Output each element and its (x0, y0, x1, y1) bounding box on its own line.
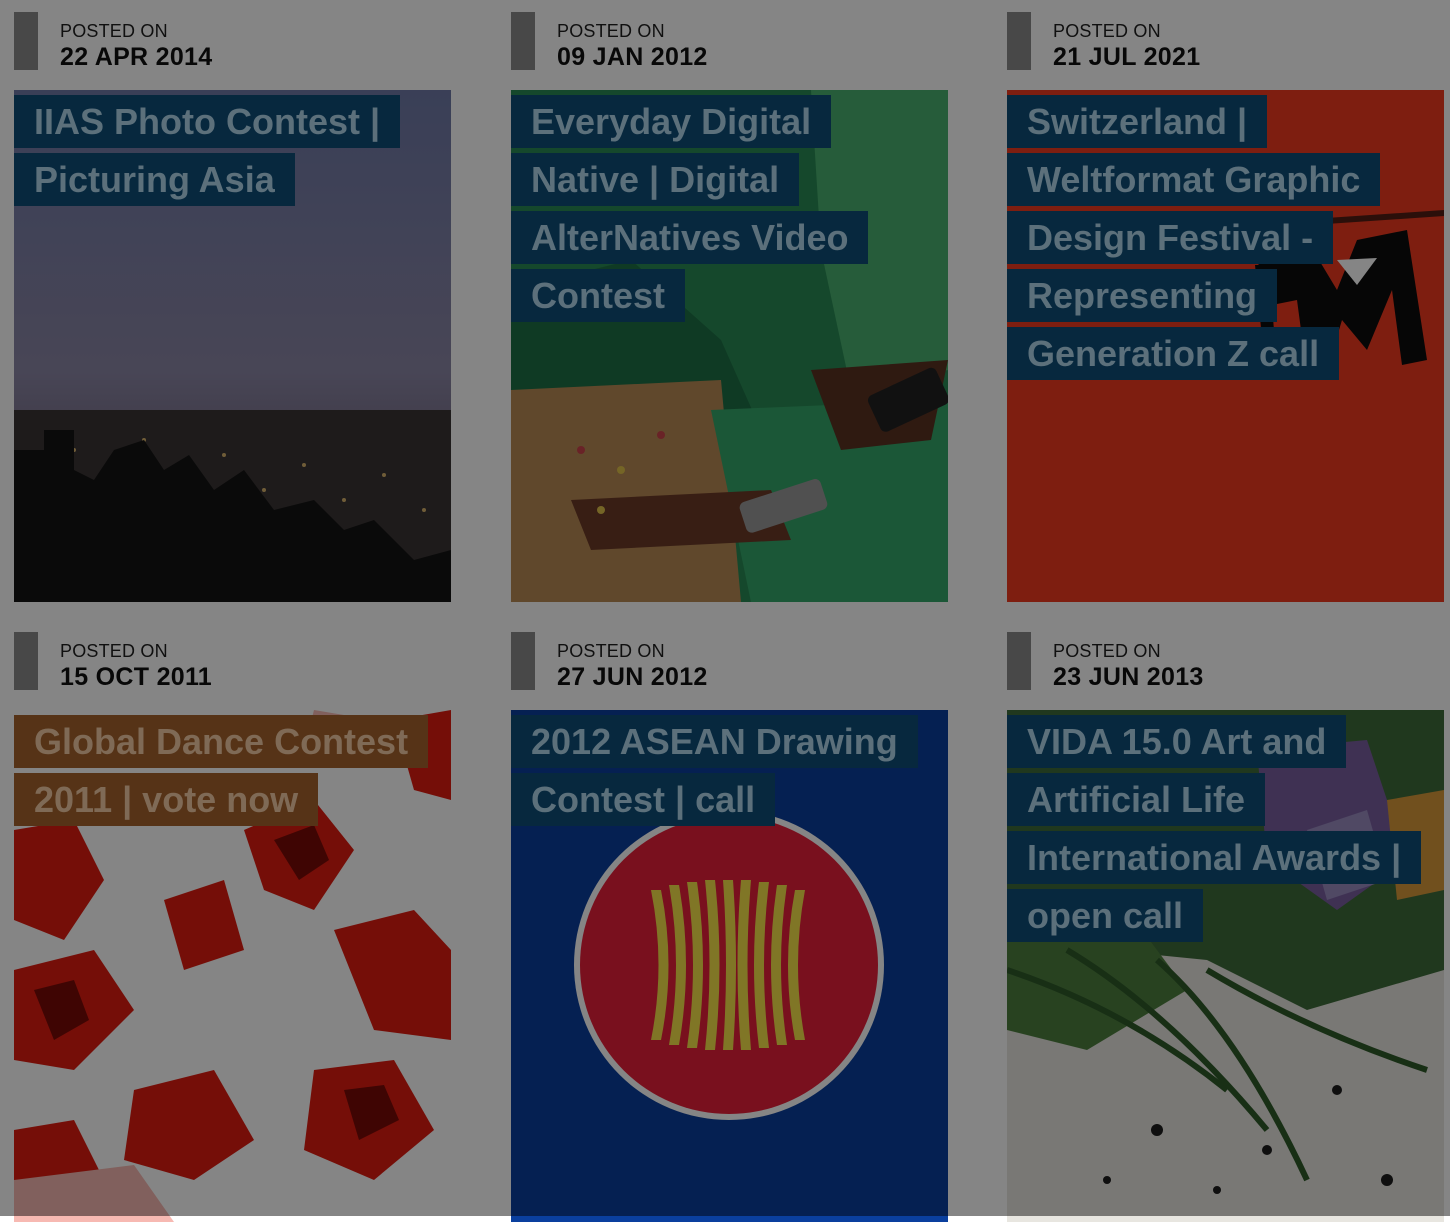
post-date: 23 JUN 2013 (1053, 663, 1204, 691)
post-thumbnail[interactable]: Global Dance Contest 2011 | vote now (14, 710, 451, 1222)
post-thumbnail[interactable]: IIAS Photo Contest | Picturing Asia (14, 90, 451, 602)
date-accent-bar (1007, 632, 1031, 690)
post-date-block: POSTED ON 27 JUN 2012 (511, 632, 948, 691)
post-title-wrap[interactable]: Everyday Digital Native | Digital AlterN… (511, 95, 911, 329)
post-date-block: POSTED ON 15 OCT 2011 (14, 632, 451, 691)
post-date: 15 OCT 2011 (60, 663, 213, 691)
posted-on-label: POSTED ON (60, 641, 168, 661)
post-title[interactable]: 2012 ASEAN Drawing Contest | call (511, 715, 918, 826)
post-title-wrap[interactable]: Switzerland | Weltformat Graphic Design … (1007, 95, 1407, 387)
date-accent-bar (14, 632, 38, 690)
post-title-wrap[interactable]: Global Dance Contest 2011 | vote now (14, 715, 429, 833)
post-date-block: POSTED ON 21 JUL 2021 (1007, 12, 1444, 71)
date-accent-bar (1007, 12, 1031, 70)
post-title-wrap[interactable]: 2012 ASEAN Drawing Contest | call (511, 715, 918, 833)
post-date-block: POSTED ON 09 JAN 2012 (511, 12, 948, 71)
post-title-wrap[interactable]: IIAS Photo Contest | Picturing Asia (14, 95, 414, 213)
post-title[interactable]: Switzerland | Weltformat Graphic Design … (1007, 95, 1381, 380)
posted-on-label: POSTED ON (60, 21, 168, 41)
post-thumbnail[interactable]: Everyday Digital Native | Digital AlterN… (511, 90, 948, 602)
post-date: 27 JUN 2012 (557, 663, 708, 691)
post-thumbnail[interactable]: 2012 ASEAN Drawing Contest | call (511, 710, 948, 1222)
post-date: 21 JUL 2021 (1053, 43, 1201, 71)
posted-on-label: POSTED ON (1053, 21, 1161, 41)
posted-on-label: POSTED ON (557, 21, 665, 41)
date-accent-bar (511, 12, 535, 70)
post-thumbnail[interactable]: Switzerland | Weltformat Graphic Design … (1007, 90, 1444, 602)
post-date: 09 JAN 2012 (557, 43, 708, 71)
post-thumbnail[interactable]: VIDA 15.0 Art and Artificial Life Intern… (1007, 710, 1444, 1222)
date-accent-bar (511, 632, 535, 690)
post-title-wrap[interactable]: VIDA 15.0 Art and Artificial Life Intern… (1007, 715, 1422, 949)
posted-on-label: POSTED ON (1053, 641, 1161, 661)
posted-on-label: POSTED ON (557, 641, 665, 661)
post-title[interactable]: Everyday Digital Native | Digital AlterN… (511, 95, 869, 322)
date-accent-bar (14, 12, 38, 70)
post-date-block: POSTED ON 22 APR 2014 (14, 12, 451, 71)
post-date: 22 APR 2014 (60, 43, 213, 71)
post-title[interactable]: Global Dance Contest 2011 | vote now (14, 715, 429, 826)
post-title[interactable]: VIDA 15.0 Art and Artificial Life Intern… (1007, 715, 1422, 942)
post-date-block: POSTED ON 23 JUN 2013 (1007, 632, 1444, 691)
post-title[interactable]: IIAS Photo Contest | Picturing Asia (14, 95, 401, 206)
